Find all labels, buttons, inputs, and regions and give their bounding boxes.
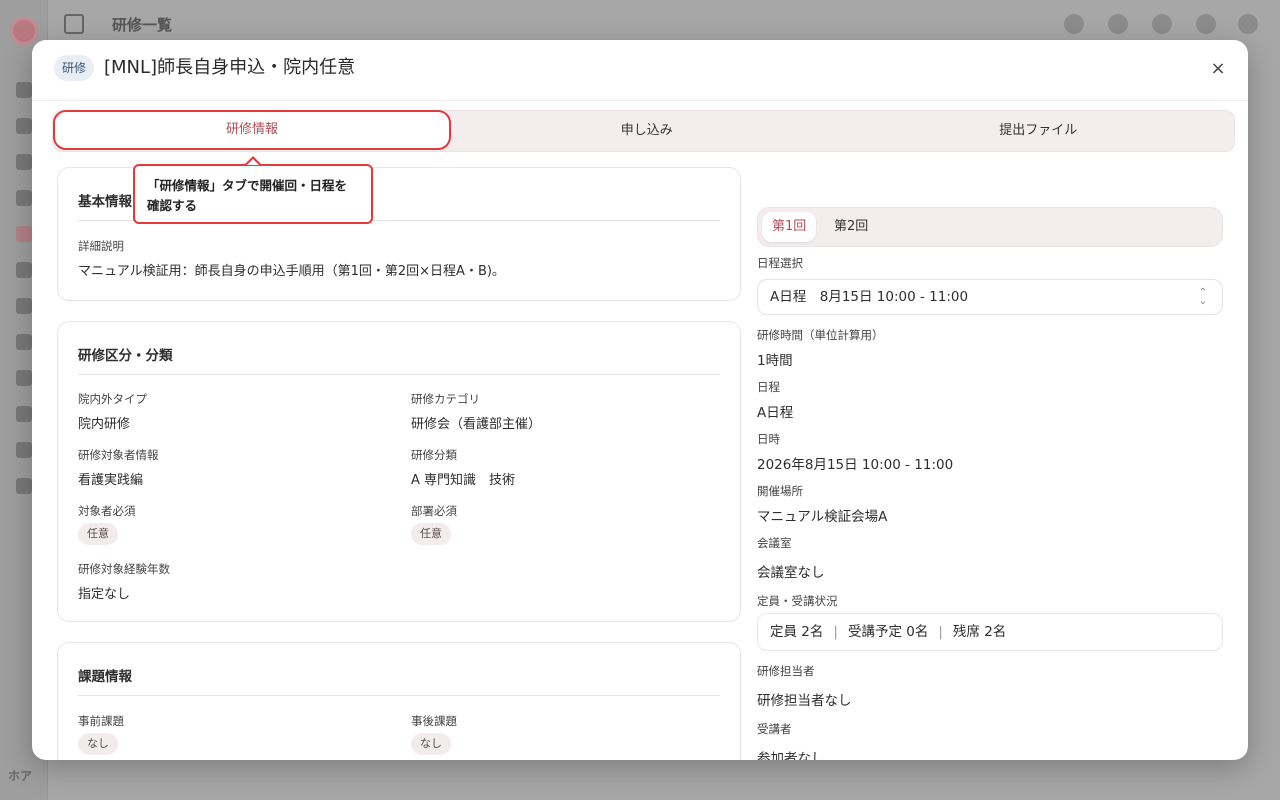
tooltip-line: 確認する: [147, 198, 198, 213]
field-label: 日程選択: [757, 256, 803, 270]
tab-round-2[interactable]: 第2回: [824, 212, 878, 242]
sidebar-icon: [16, 262, 32, 278]
status-badge: 任意: [411, 523, 451, 545]
assignment-card: 課題情報 事前課題 なし 事後課題 なし: [57, 642, 741, 760]
field-label: 日程: [757, 380, 780, 394]
tab-bar: 研修情報 申し込み 提出ファイル: [52, 110, 1235, 152]
planned-value: 受講予定 0名: [847, 624, 929, 640]
capacity-value: 定員 2名: [770, 624, 824, 640]
bell-icon: [1152, 14, 1172, 34]
tooltip-arrow-inner: [247, 159, 259, 165]
field-label: 受講者: [757, 722, 792, 736]
field-label: 定員・受講状況: [757, 594, 838, 608]
field-value: 1時間: [757, 353, 793, 369]
field-value: 2026年8月15日 10:00 - 11:00: [757, 457, 954, 473]
field-label: 研修カテゴリ: [411, 392, 480, 406]
divider: [78, 374, 720, 375]
modal-header: 研修 [MNL]師長自身申込・院内任意 ×: [32, 40, 1248, 101]
sidebar-icon: [16, 406, 32, 422]
field-label: 事後課題: [411, 714, 457, 728]
tab-round-1[interactable]: 第1回: [762, 212, 817, 242]
tab-application[interactable]: 申し込み: [451, 111, 843, 151]
field-label: 詳細説明: [78, 239, 124, 253]
field-value: 参加者なし: [757, 751, 825, 760]
category-badge: 研修: [54, 55, 95, 81]
field-label: 日時: [757, 432, 780, 446]
field-value: マニュアル検証用：師長自身の申込手順用（第1回・第2回×日程A・B)。: [78, 264, 505, 279]
field-value: A 専門知識 技術: [411, 473, 516, 488]
field-value: 会議室なし: [757, 565, 825, 581]
guide-tooltip: 「研修情報」タブで開催回・日程を 確認する: [133, 164, 373, 224]
sidebar-icon: [16, 154, 32, 170]
modal-title: [MNL]師長自身申込・院内任意: [104, 57, 356, 78]
sidebar-icon: [16, 82, 32, 98]
field-label: 研修分類: [411, 448, 457, 462]
sidebar-icon: [16, 442, 32, 458]
field-label: 研修対象経験年数: [78, 562, 170, 576]
field-value: 指定なし: [78, 587, 131, 602]
sidebar-icon: [16, 478, 32, 494]
capacity-status: 定員 2名 | 受講予定 0名 | 残席 2名: [757, 613, 1223, 651]
field-value: 院内研修: [78, 417, 131, 432]
tab-submitted-files[interactable]: 提出ファイル: [843, 111, 1235, 151]
background-page-title: 研修一覧: [112, 16, 173, 34]
status-badge: なし: [411, 733, 451, 755]
menu-icon: [64, 14, 84, 34]
tab-training-info[interactable]: 研修情報: [53, 110, 451, 150]
close-icon[interactable]: ×: [1206, 57, 1230, 81]
avatar: [1238, 14, 1258, 34]
field-label: 事前課題: [78, 714, 124, 728]
field-label: 院内外タイプ: [78, 392, 147, 406]
schedule-select[interactable]: A日程 8月15日 10:00 - 11:00 ⌃ ⌄: [757, 279, 1223, 315]
modal-body: 研修情報 申し込み 提出ファイル 「研修情報」タブで開催回・日程を 確認する 基…: [32, 101, 1248, 760]
status-badge: なし: [78, 733, 118, 755]
background-footer: ホア: [8, 769, 33, 783]
remaining-value: 残席 2名: [952, 624, 1007, 640]
training-detail-modal: 研修 [MNL]師長自身申込・院内任意 × 研修情報 申し込み 提出ファイル 「…: [32, 40, 1248, 760]
field-value: 看護実践編: [78, 473, 144, 488]
field-value: 研修担当者なし: [757, 693, 852, 709]
header-icon: [1108, 14, 1128, 34]
divider: [78, 695, 720, 696]
field-value: A日程: [757, 405, 794, 421]
sidebar-icon: [16, 118, 32, 134]
card-title: 課題情報: [78, 669, 132, 685]
card-title: 研修区分・分類: [78, 348, 173, 364]
field-label: 研修時間（単位計算用）: [757, 328, 884, 342]
field-label: 会議室: [757, 536, 792, 550]
field-label: 対象者必須: [78, 504, 136, 518]
field-value: 研修会（看護部主催）: [411, 417, 542, 432]
sidebar-icon: [16, 226, 32, 242]
field-label: 部署必須: [411, 504, 457, 518]
sidebar-icon: [16, 190, 32, 206]
chevron-updown-icon: ⌃ ⌄: [1198, 287, 1208, 307]
status-badge: 任意: [78, 523, 118, 545]
classification-card: 研修区分・分類 院内外タイプ 院内研修 研修カテゴリ 研修会（看護部主催） 研修…: [57, 321, 741, 622]
field-label: 開催場所: [757, 484, 803, 498]
field-label: 研修担当者: [757, 664, 815, 678]
sidebar-icon: [16, 334, 32, 350]
select-value: A日程 8月15日 10:00 - 11:00: [770, 289, 969, 305]
sidebar-icon: [16, 370, 32, 386]
field-label: 研修対象者情報: [78, 448, 159, 462]
field-value: マニュアル検証会場A: [757, 509, 888, 525]
card-title: 基本情報: [78, 194, 132, 210]
tooltip-line: 「研修情報」タブで開催回・日程を: [147, 178, 348, 193]
header-icon: [1064, 14, 1084, 34]
separator: |: [938, 624, 943, 640]
chat-icon: [1196, 14, 1216, 34]
sidebar-icon: [16, 298, 32, 314]
separator: |: [833, 624, 838, 640]
round-tab-bar: 第1回 第2回: [757, 207, 1223, 247]
